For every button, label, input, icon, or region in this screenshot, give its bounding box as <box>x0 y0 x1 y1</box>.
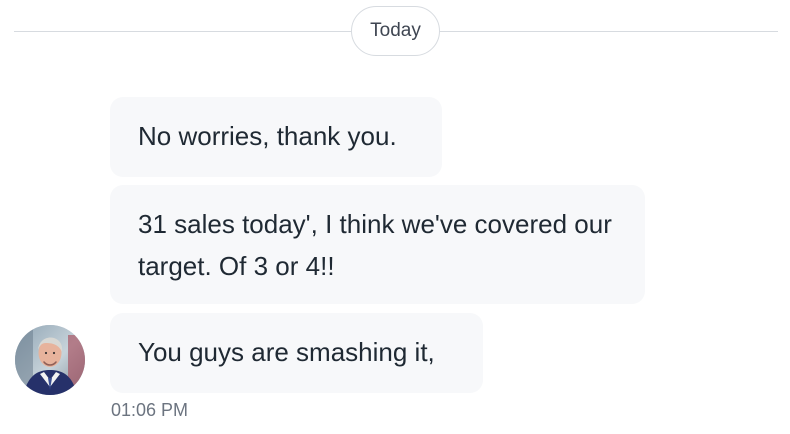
message-bubble: You guys are smashing it, <box>110 313 483 393</box>
profile-photo-icon[interactable] <box>15 325 85 395</box>
message-bubble: 31 sales today', I think we've covered o… <box>110 185 645 304</box>
message-timestamp: 01:06 PM <box>111 400 189 420</box>
date-divider: Today <box>14 6 778 56</box>
message-bubble: No worries, thank you. <box>110 97 442 177</box>
chat-window: Today No worries, thank you. 31 sales to… <box>0 0 790 434</box>
avatar-image <box>15 325 85 395</box>
date-label: Today <box>351 6 440 56</box>
message-text: You guys are smashing it, <box>138 337 435 367</box>
message-text: 31 sales today', I think we've covered o… <box>138 209 612 281</box>
message-text: No worries, thank you. <box>138 121 397 151</box>
